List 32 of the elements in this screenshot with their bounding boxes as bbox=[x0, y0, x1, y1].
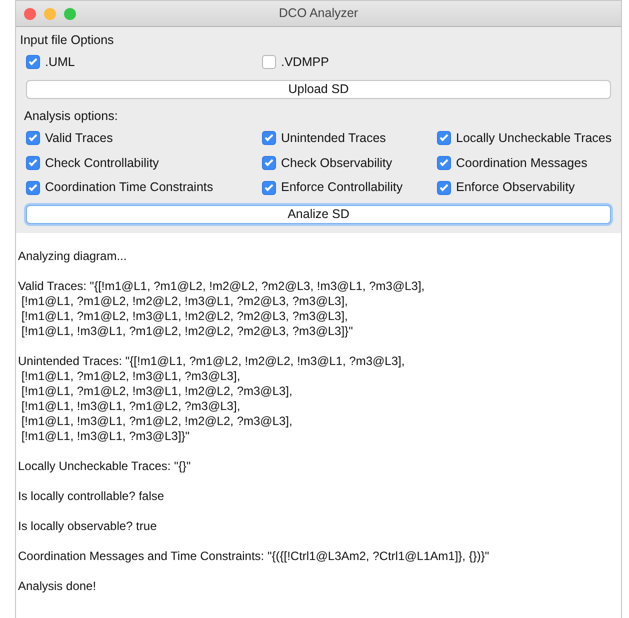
output-line: Locally Uncheckable Traces: "{}" bbox=[18, 459, 192, 474]
output-line: [!m1@L1, !m3@L1, ?m3@L3]}" bbox=[20, 429, 191, 444]
checkbox-label[interactable]: Check Controllability bbox=[45, 154, 159, 172]
window-title: DCO Analyzer bbox=[278, 5, 358, 22]
output-line: Coordination Messages and Time Constraints: "{({[!Ctrl1@L3Am2, ?Ctrl1@L1Am1]}, {})}" bbox=[18, 549, 490, 564]
checkbox-label[interactable]: Check Observability bbox=[281, 154, 392, 172]
output-line: [!m1@L1, ?m1@L2, !m3@L1, !m2@L2, ?m2@L3, ?m3@L3], bbox=[20, 309, 349, 324]
button[interactable]: Analize SD bbox=[26, 205, 611, 224]
checkbox-label[interactable]: Enforce Observability bbox=[456, 178, 575, 197]
output-line: Is locally observable? true bbox=[18, 519, 158, 534]
output-line: [!m1@L1, ?m1@L2, !m2@L2, !m3@L1, ?m2@L3, ?m3@L3], bbox=[20, 294, 349, 309]
checkbox-label[interactable]: Valid Traces bbox=[45, 128, 113, 148]
checkbox-label[interactable]: .UML bbox=[45, 53, 75, 72]
section-label: Analysis options: bbox=[23, 108, 119, 125]
checkbox-label[interactable]: Enforce Controllability bbox=[281, 178, 403, 197]
checkbox-label[interactable]: Locally Uncheckable Traces bbox=[456, 128, 612, 148]
output-line: [!m1@L1, !m3@L1, ?m1@L2, !m2@L2, ?m2@L3, ?m3@L3]}" bbox=[20, 324, 354, 339]
output-line: [!m1@L1, !m3@L1, ?m1@L2, ?m3@L3], bbox=[20, 399, 242, 414]
output-line: Unintended Traces: "{[!m1@L1, ?m1@L2, !m2@L2, !m3@L1, ?m3@L3], bbox=[18, 354, 406, 369]
output-line: Analyzing diagram... bbox=[18, 249, 128, 264]
button[interactable]: Upload SD bbox=[26, 80, 611, 99]
output-line: Valid Traces: "{[!m1@L1, ?m1@L2, !m2@L2, ?m2@L3, !m3@L1, ?m3@L3], bbox=[18, 279, 426, 294]
output-line: [!m1@L1, ?m1@L2, !m3@L1, !m2@L2, ?m3@L3], bbox=[20, 384, 294, 399]
output-line: Is locally controllable? false bbox=[18, 489, 166, 504]
section-label: Input file Options bbox=[20, 32, 115, 49]
checkbox-label[interactable]: .VDMPP bbox=[281, 53, 329, 72]
checkbox-label[interactable]: Coordination Messages bbox=[456, 154, 588, 172]
checkbox-label[interactable]: Coordination Time Constraints bbox=[45, 178, 214, 197]
output-line: [!m1@L1, !m3@L1, ?m1@L2, !m2@L2, ?m3@L3], bbox=[20, 414, 294, 429]
checkbox-label[interactable]: Unintended Traces bbox=[281, 128, 386, 148]
output-line: [!m1@L1, ?m1@L2, !m3@L1, ?m3@L3], bbox=[20, 369, 242, 384]
output-line: Analysis done! bbox=[18, 579, 98, 594]
